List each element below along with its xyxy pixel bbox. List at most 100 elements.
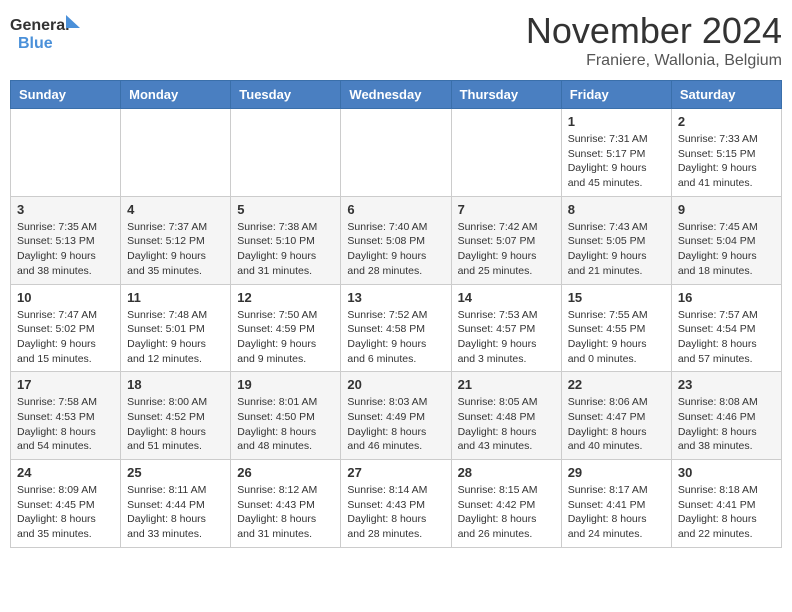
day-info: Sunrise: 8:11 AM Sunset: 4:44 PM Dayligh… (127, 483, 224, 542)
day-info: Sunrise: 7:53 AM Sunset: 4:57 PM Dayligh… (458, 308, 555, 367)
day-number: 17 (17, 377, 114, 392)
day-cell: 24 Sunrise: 8:09 AM Sunset: 4:45 PM Dayli… (11, 460, 121, 548)
day-cell: 30 Sunrise: 8:18 AM Sunset: 4:41 PM Dayli… (671, 460, 781, 548)
day-cell: 5 Sunrise: 7:38 AM Sunset: 5:10 PM Daylig… (231, 196, 341, 284)
day-info: Sunrise: 7:50 AM Sunset: 4:59 PM Dayligh… (237, 308, 334, 367)
day-cell: 10Sunrise: 7:47 AM Sunset: 5:02 PM Dayli… (11, 284, 121, 372)
day-number: 26 (237, 465, 334, 480)
day-info: Sunrise: 7:45 AM Sunset: 5:04 PM Dayligh… (678, 220, 775, 279)
day-number: 21 (458, 377, 555, 392)
day-info: Sunrise: 8:05 AM Sunset: 4:48 PM Dayligh… (458, 395, 555, 454)
day-cell (451, 109, 561, 197)
day-number: 22 (568, 377, 665, 392)
day-number: 9 (678, 202, 775, 217)
day-cell: 6 Sunrise: 7:40 AM Sunset: 5:08 PM Daylig… (341, 196, 451, 284)
day-header-monday: Monday (121, 81, 231, 109)
day-number: 20 (347, 377, 444, 392)
day-cell: 15 Sunrise: 7:55 AM Sunset: 4:55 PM Dayli… (561, 284, 671, 372)
day-header-friday: Friday (561, 81, 671, 109)
day-header-thursday: Thursday (451, 81, 561, 109)
day-cell: 27Sunrise: 8:14 AM Sunset: 4:43 PM Dayli… (341, 460, 451, 548)
day-number: 24 (17, 465, 114, 480)
day-header-wednesday: Wednesday (341, 81, 451, 109)
day-info: Sunrise: 7:48 AM Sunset: 5:01 PM Dayligh… (127, 308, 224, 367)
title-area: November 2024 Franiere, Wallonia, Belgiu… (526, 10, 782, 70)
logo-svg: GeneralBlue (10, 10, 80, 55)
day-info: Sunrise: 7:55 AM Sunset: 4:55 PM Dayligh… (568, 308, 665, 367)
day-cell: 11 Sunrise: 7:48 AM Sunset: 5:01 PM Dayli… (121, 284, 231, 372)
week-row-5: 24 Sunrise: 8:09 AM Sunset: 4:45 PM Dayli… (11, 460, 782, 548)
day-number: 2 (678, 114, 775, 129)
day-info: Sunrise: 8:08 AM Sunset: 4:46 PM Dayligh… (678, 395, 775, 454)
day-number: 25 (127, 465, 224, 480)
day-info: Sunrise: 8:09 AM Sunset: 4:45 PM Dayligh… (17, 483, 114, 542)
day-number: 13 (347, 290, 444, 305)
week-row-4: 17 Sunrise: 7:58 AM Sunset: 4:53 PM Dayli… (11, 372, 782, 460)
day-info: Sunrise: 8:18 AM Sunset: 4:41 PM Dayligh… (678, 483, 775, 542)
day-header-saturday: Saturday (671, 81, 781, 109)
day-number: 8 (568, 202, 665, 217)
day-cell: 9 Sunrise: 7:45 AM Sunset: 5:04 PM Daylig… (671, 196, 781, 284)
day-info: Sunrise: 8:00 AM Sunset: 4:52 PM Dayligh… (127, 395, 224, 454)
day-number: 29 (568, 465, 665, 480)
day-cell: 7 Sunrise: 7:42 AM Sunset: 5:07 PM Daylig… (451, 196, 561, 284)
day-number: 5 (237, 202, 334, 217)
day-info: Sunrise: 7:42 AM Sunset: 5:07 PM Dayligh… (458, 220, 555, 279)
day-info: Sunrise: 8:12 AM Sunset: 4:43 PM Dayligh… (237, 483, 334, 542)
logo: GeneralBlue (10, 10, 80, 55)
day-cell: 29 Sunrise: 8:17 AM Sunset: 4:41 PM Dayli… (561, 460, 671, 548)
day-info: Sunrise: 7:37 AM Sunset: 5:12 PM Dayligh… (127, 220, 224, 279)
day-cell (11, 109, 121, 197)
day-number: 6 (347, 202, 444, 217)
day-info: Sunrise: 7:43 AM Sunset: 5:05 PM Dayligh… (568, 220, 665, 279)
day-number: 7 (458, 202, 555, 217)
day-header-sunday: Sunday (11, 81, 121, 109)
day-cell: 22Sunrise: 8:06 AM Sunset: 4:47 PM Dayli… (561, 372, 671, 460)
day-number: 15 (568, 290, 665, 305)
day-cell: 14 Sunrise: 7:53 AM Sunset: 4:57 PM Dayli… (451, 284, 561, 372)
day-info: Sunrise: 8:17 AM Sunset: 4:41 PM Dayligh… (568, 483, 665, 542)
header: GeneralBlue November 2024 Franiere, Wall… (10, 10, 782, 70)
day-cell (231, 109, 341, 197)
day-header-tuesday: Tuesday (231, 81, 341, 109)
day-number: 1 (568, 114, 665, 129)
day-cell (121, 109, 231, 197)
day-cell (341, 109, 451, 197)
day-info: Sunrise: 7:40 AM Sunset: 5:08 PM Dayligh… (347, 220, 444, 279)
day-cell: 17 Sunrise: 7:58 AM Sunset: 4:53 PM Dayli… (11, 372, 121, 460)
day-info: Sunrise: 8:15 AM Sunset: 4:42 PM Dayligh… (458, 483, 555, 542)
days-header-row: SundayMondayTuesdayWednesdayThursdayFrid… (11, 81, 782, 109)
day-number: 14 (458, 290, 555, 305)
day-cell: 18 Sunrise: 8:00 AM Sunset: 4:52 PM Dayli… (121, 372, 231, 460)
day-info: Sunrise: 7:38 AM Sunset: 5:10 PM Dayligh… (237, 220, 334, 279)
subtitle: Franiere, Wallonia, Belgium (526, 52, 782, 70)
day-number: 18 (127, 377, 224, 392)
day-cell: 3 Sunrise: 7:35 AM Sunset: 5:13 PM Daylig… (11, 196, 121, 284)
day-info: Sunrise: 7:58 AM Sunset: 4:53 PM Dayligh… (17, 395, 114, 454)
day-cell: 12 Sunrise: 7:50 AM Sunset: 4:59 PM Dayli… (231, 284, 341, 372)
day-info: Sunrise: 8:01 AM Sunset: 4:50 PM Dayligh… (237, 395, 334, 454)
day-cell: 28Sunrise: 8:15 AM Sunset: 4:42 PM Dayli… (451, 460, 561, 548)
month-title: November 2024 (526, 10, 782, 52)
week-row-2: 3 Sunrise: 7:35 AM Sunset: 5:13 PM Daylig… (11, 196, 782, 284)
day-number: 12 (237, 290, 334, 305)
day-number: 23 (678, 377, 775, 392)
day-number: 16 (678, 290, 775, 305)
week-row-1: 1 Sunrise: 7:31 AM Sunset: 5:17 PM Daylig… (11, 109, 782, 197)
day-number: 11 (127, 290, 224, 305)
day-info: Sunrise: 7:35 AM Sunset: 5:13 PM Dayligh… (17, 220, 114, 279)
day-info: Sunrise: 7:31 AM Sunset: 5:17 PM Dayligh… (568, 132, 665, 191)
day-number: 4 (127, 202, 224, 217)
svg-text:General: General (10, 17, 70, 34)
calendar-table: SundayMondayTuesdayWednesdayThursdayFrid… (10, 80, 782, 548)
day-cell: 25 Sunrise: 8:11 AM Sunset: 4:44 PM Dayli… (121, 460, 231, 548)
day-info: Sunrise: 7:57 AM Sunset: 4:54 PM Dayligh… (678, 308, 775, 367)
svg-text:Blue: Blue (18, 35, 53, 52)
day-number: 3 (17, 202, 114, 217)
day-number: 30 (678, 465, 775, 480)
day-cell: 19Sunrise: 8:01 AM Sunset: 4:50 PM Dayli… (231, 372, 341, 460)
day-cell: 1 Sunrise: 7:31 AM Sunset: 5:17 PM Daylig… (561, 109, 671, 197)
day-info: Sunrise: 7:33 AM Sunset: 5:15 PM Dayligh… (678, 132, 775, 191)
day-number: 10 (17, 290, 114, 305)
day-info: Sunrise: 8:03 AM Sunset: 4:49 PM Dayligh… (347, 395, 444, 454)
